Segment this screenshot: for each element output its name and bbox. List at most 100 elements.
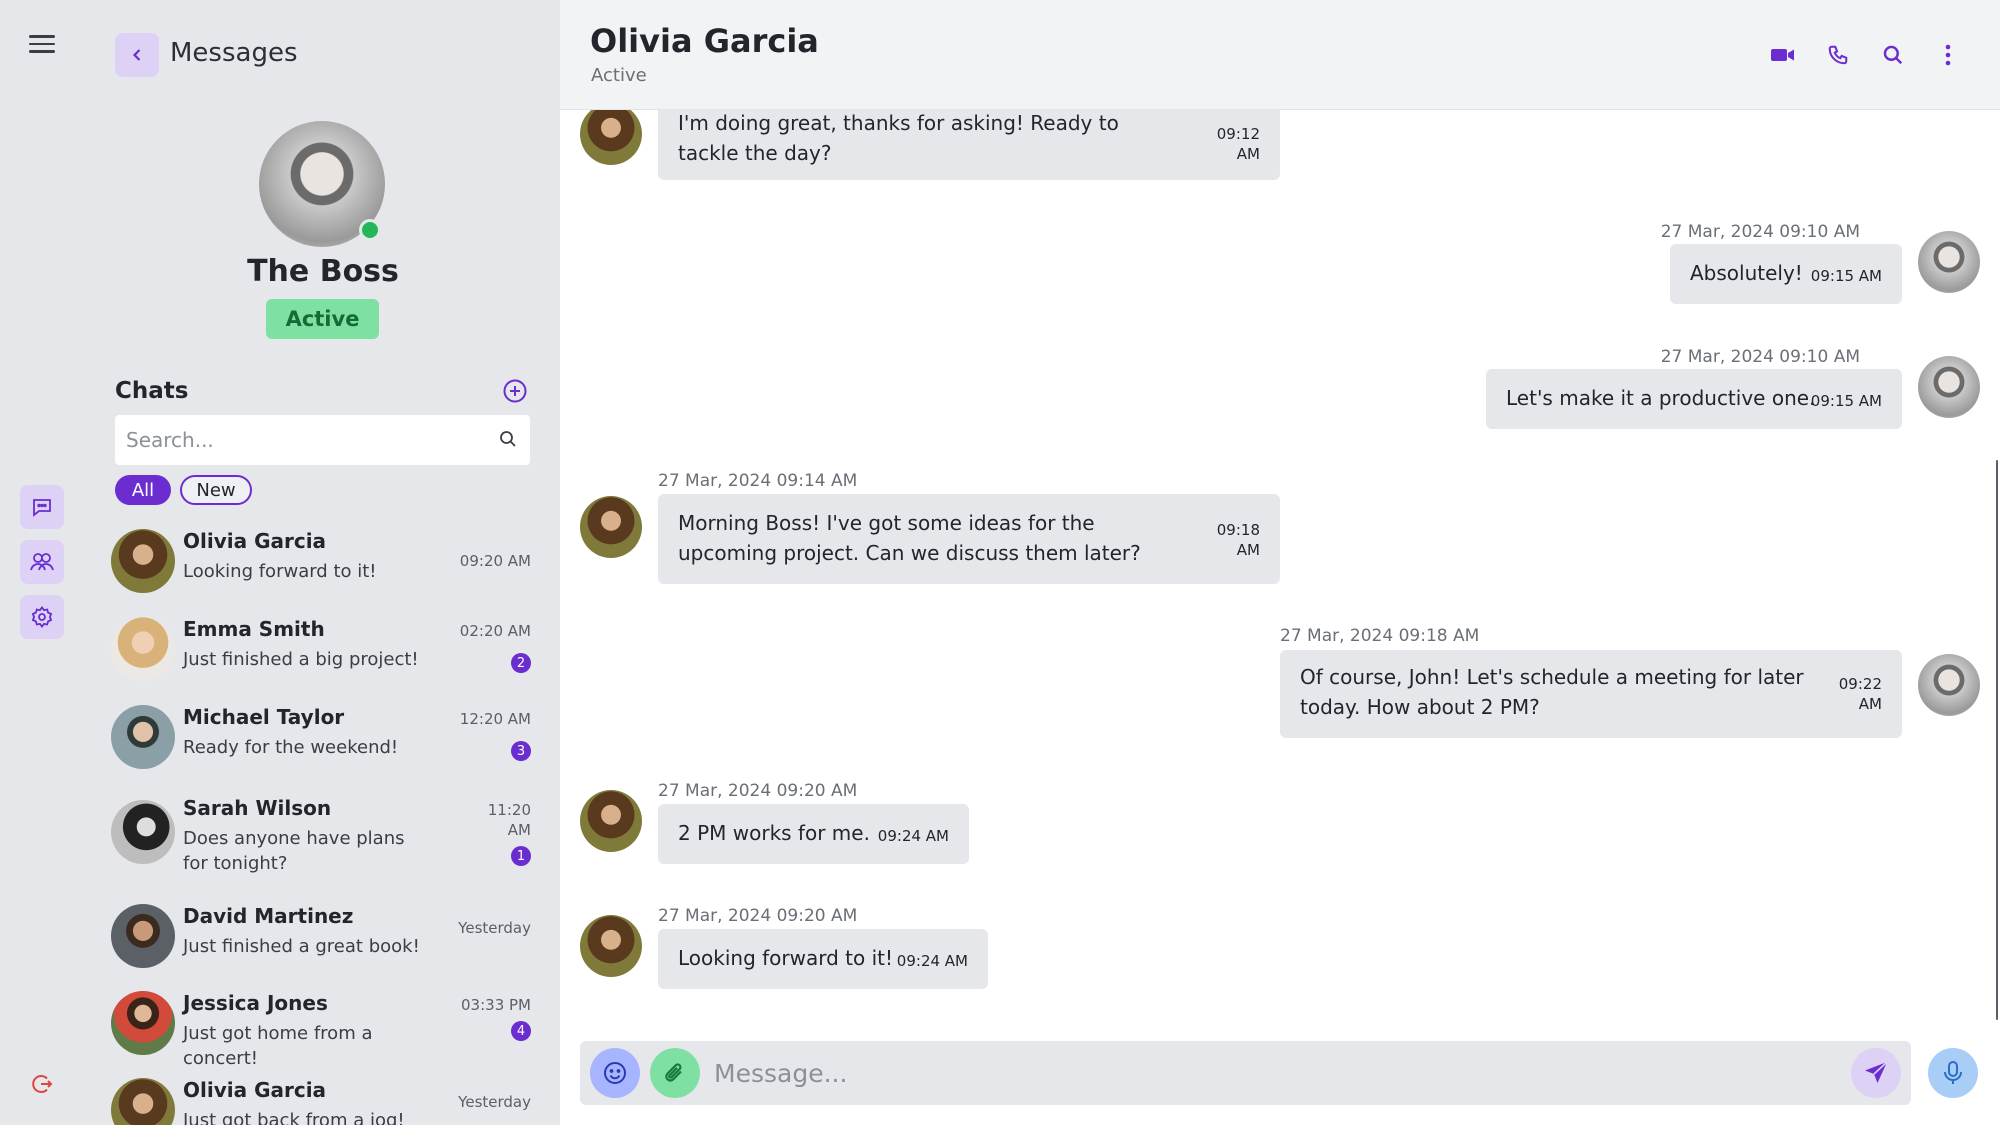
message-time: 09:18 AM xyxy=(1216,521,1260,559)
chat-time: 12:20 AM xyxy=(459,710,531,728)
chat-time: 11:20 AM xyxy=(487,801,531,839)
online-indicator xyxy=(359,219,381,241)
scrollbar-thumb[interactable] xyxy=(1996,460,1998,1020)
more-options-button[interactable] xyxy=(1933,40,1963,70)
unread-count-badge: 3 xyxy=(511,741,531,761)
message-bubble-outgoing[interactable]: Absolutely! 09:15 AM xyxy=(1670,244,1902,304)
microphone-icon xyxy=(1944,1061,1962,1084)
emoji-button[interactable] xyxy=(590,1048,640,1098)
message-list[interactable]: I'm doing great, thanks for asking! Read… xyxy=(560,110,2000,1030)
contacts-nav-button[interactable] xyxy=(20,540,64,584)
send-button[interactable] xyxy=(1851,1048,1901,1098)
message-text: 2 PM works for me. xyxy=(678,821,870,845)
message-time: 09:15 AM xyxy=(1810,267,1882,285)
contact-name: Sarah Wilson xyxy=(183,796,332,820)
search-icon xyxy=(500,431,516,447)
search-messages-button[interactable] xyxy=(1878,40,1908,70)
message-bubble-incoming[interactable]: I'm doing great, thanks for asking! Read… xyxy=(658,110,1280,180)
send-icon xyxy=(1865,1061,1888,1083)
contact-name: Emma Smith xyxy=(183,617,325,641)
contact-avatar xyxy=(111,991,175,1055)
video-camera-icon xyxy=(1771,49,1794,61)
back-button[interactable] xyxy=(115,33,159,77)
message-time: 09:12 AM xyxy=(1216,125,1260,163)
chat-time: Yesterday xyxy=(458,919,531,937)
sender-avatar xyxy=(580,110,642,165)
voice-message-button[interactable] xyxy=(1928,1048,1978,1098)
filter-all[interactable]: All xyxy=(115,475,171,505)
filter-new[interactable]: New xyxy=(180,475,252,505)
contact-avatar xyxy=(111,705,175,769)
search-submit-button[interactable] xyxy=(498,429,520,451)
profile-name: The Boss xyxy=(247,254,399,289)
contact-avatar xyxy=(111,529,175,593)
unread-count-badge: 1 xyxy=(511,846,531,866)
message-text: I'm doing great, thanks for asking! Read… xyxy=(678,111,1119,165)
conversation-title: Olivia Garcia xyxy=(590,22,819,60)
video-call-button[interactable] xyxy=(1768,40,1798,70)
message-input[interactable] xyxy=(714,1041,1814,1105)
message-text: Morning Boss! I've got some ideas for th… xyxy=(678,511,1141,565)
chat-sidebar: Messages The Boss Active Chats All New O… xyxy=(86,0,560,1125)
logout-button[interactable] xyxy=(26,1068,58,1100)
message-bubble-outgoing[interactable]: Of course, John! Let's schedule a meetin… xyxy=(1280,650,1902,738)
attach-button[interactable] xyxy=(650,1048,700,1098)
message-date: 27 Mar, 2024 09:10 AM xyxy=(1660,347,1860,367)
message-time: 09:24 AM xyxy=(877,827,949,845)
new-chat-button[interactable] xyxy=(502,378,528,404)
sender-avatar xyxy=(580,790,642,852)
my-avatar xyxy=(1918,231,1980,293)
chat-list-item[interactable]: Emma Smith Just finished a big project! … xyxy=(111,617,535,681)
unread-count-badge: 4 xyxy=(511,1021,531,1041)
last-message-preview: Just got home from a concert! xyxy=(183,1023,373,1069)
message-date: 27 Mar, 2024 09:10 AM xyxy=(1660,222,1860,242)
chat-time: Yesterday xyxy=(458,1093,531,1111)
users-icon xyxy=(30,553,54,571)
unread-count-badge: 2 xyxy=(511,653,531,673)
chat-time: 03:33 PM xyxy=(461,996,531,1014)
message-composer xyxy=(580,1041,1911,1105)
message-bubble-incoming[interactable]: Looking forward to it! 09:24 AM xyxy=(658,929,988,989)
chat-list-item[interactable]: Michael Taylor Ready for the weekend! 12… xyxy=(111,705,535,769)
gear-icon xyxy=(31,606,53,628)
chat-time: 09:20 AM xyxy=(459,552,531,570)
last-message-preview: Just got back from a jog! xyxy=(183,1110,405,1125)
chat-list-item[interactable]: Jessica Jones Just got home from a conce… xyxy=(111,991,535,1069)
sender-avatar xyxy=(580,496,642,558)
message-text: Of course, John! Let's schedule a meetin… xyxy=(1300,665,1804,719)
last-message-preview: Ready for the weekend! xyxy=(183,737,399,758)
conversation-status: Active xyxy=(591,65,647,86)
contact-name: Olivia Garcia xyxy=(183,1078,327,1102)
chat-bubble-icon xyxy=(33,499,51,517)
message-bubble-incoming[interactable]: 2 PM works for me. 09:24 AM xyxy=(658,804,969,864)
search-input[interactable] xyxy=(115,415,485,465)
last-message-preview: Looking forward to it! xyxy=(183,561,377,582)
chat-list-item[interactable]: Olivia Garcia Looking forward to it! 09:… xyxy=(111,529,535,593)
chat-list-item[interactable]: Sarah Wilson Does anyone have plans for … xyxy=(111,796,535,876)
my-avatar xyxy=(1918,356,1980,418)
message-bubble-outgoing[interactable]: Let's make it a productive one. 09:15 AM xyxy=(1486,369,1902,429)
chats-nav-button[interactable] xyxy=(20,485,64,529)
contact-avatar xyxy=(111,617,175,681)
contact-avatar xyxy=(111,904,175,968)
more-vertical-icon xyxy=(1945,44,1951,66)
contact-name: Olivia Garcia xyxy=(183,529,327,553)
profile-status-badge[interactable]: Active xyxy=(266,299,379,339)
sidebar-title: Messages xyxy=(170,38,298,68)
last-message-preview: Does anyone have plans for tonight? xyxy=(183,828,405,874)
chat-list-item[interactable]: Olivia Garcia Just got back from a jog! … xyxy=(111,1078,535,1125)
chat-list-item[interactable]: David Martinez Just finished a great boo… xyxy=(111,904,535,968)
phone-icon xyxy=(1828,45,1848,65)
chevron-left-icon xyxy=(132,49,141,61)
contact-name: Jessica Jones xyxy=(183,991,328,1015)
settings-nav-button[interactable] xyxy=(20,595,64,639)
message-time: 09:22 AM xyxy=(1838,675,1882,713)
message-bubble-incoming[interactable]: Morning Boss! I've got some ideas for th… xyxy=(658,494,1280,584)
message-text: Absolutely! xyxy=(1690,261,1803,285)
chat-search xyxy=(115,415,530,465)
conversation-header: Olivia Garcia Active xyxy=(560,0,2000,110)
hamburger-menu-icon[interactable] xyxy=(29,32,55,54)
smiley-icon xyxy=(604,1062,626,1084)
message-date: 27 Mar, 2024 09:18 AM xyxy=(1280,626,1480,646)
voice-call-button[interactable] xyxy=(1823,40,1853,70)
